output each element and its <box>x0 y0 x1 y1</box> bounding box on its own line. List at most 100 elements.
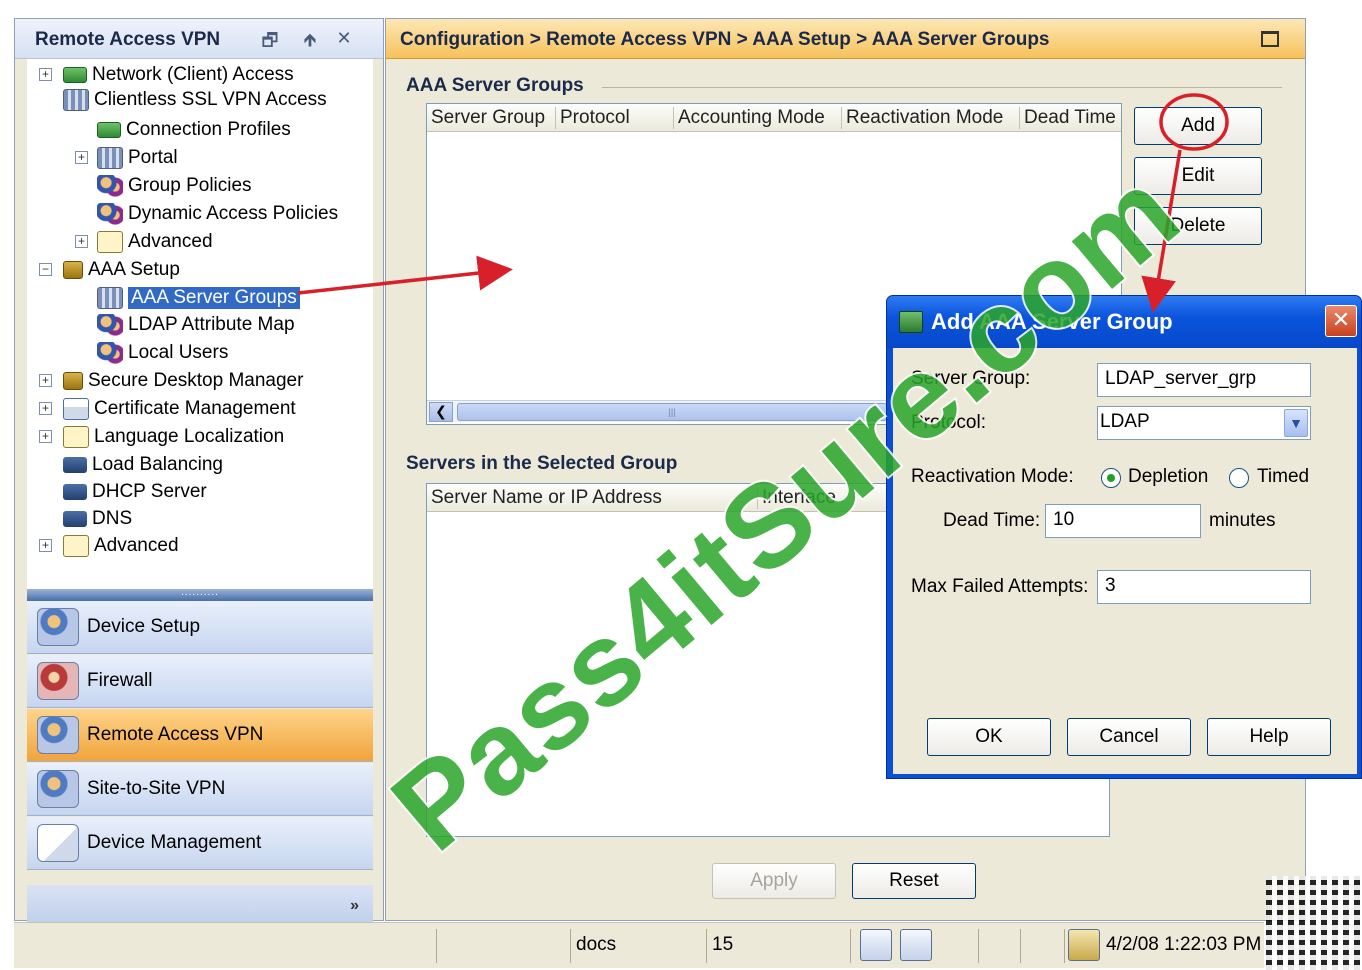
panel-splitter[interactable]: .......... <box>27 588 373 601</box>
column-header[interactable]: Protocol <box>555 107 630 129</box>
network-icon <box>900 929 932 961</box>
tree-item-ldap-attribute-map[interactable]: LDAP Attribute Map <box>97 311 295 338</box>
server-group-label: Server Group: <box>911 368 1031 389</box>
max-failed-attempts-label: Max Failed Attempts: <box>911 576 1089 597</box>
column-header[interactable]: Accounting Mode <box>673 107 825 129</box>
expand-icon[interactable]: + <box>39 430 52 443</box>
scroll-left-icon[interactable]: ❮ <box>429 402 453 422</box>
tree-item-certificate-management[interactable]: + Certificate Management <box>39 395 296 422</box>
lock-icon <box>63 260 83 279</box>
tree-item-dynamic-access-policies[interactable]: Dynamic Access Policies <box>97 200 338 227</box>
protocol-label: Protocol: <box>911 412 986 433</box>
tree-item-language-localization[interactable]: + Language Localization <box>39 423 285 450</box>
load-balancing-icon <box>63 456 87 473</box>
advanced-icon <box>97 230 123 253</box>
expand-icon[interactable]: + <box>39 539 52 552</box>
tree-item-load-balancing[interactable]: Load Balancing <box>63 451 223 478</box>
section-firewall[interactable]: Firewall <box>27 655 373 708</box>
timed-label: Timed <box>1257 466 1310 487</box>
column-header[interactable]: Dead Time <box>1019 107 1116 129</box>
radio-timed[interactable] <box>1229 468 1249 488</box>
tree-item-connection-profiles[interactable]: Connection Profiles <box>97 116 291 143</box>
close-icon[interactable]: ✕ <box>1325 305 1357 337</box>
tree-item-portal[interactable]: + Portal <box>75 144 178 171</box>
apply-button[interactable]: Apply <box>712 863 836 899</box>
dns-icon <box>63 510 87 527</box>
qr-code-image <box>1266 876 1362 970</box>
section-site-to-site-vpn[interactable]: Site-to-Site VPN <box>27 763 373 816</box>
max-failed-attempts-input[interactable]: 3 <box>1097 570 1311 604</box>
pin-icon[interactable]: 🡹 <box>299 28 321 58</box>
tree-item-local-users[interactable]: Local Users <box>97 339 228 366</box>
edit-button[interactable]: Edit <box>1134 157 1262 195</box>
expand-icon[interactable]: + <box>75 235 88 248</box>
scroll-thumb[interactable]: ||| <box>457 403 887 421</box>
advanced-icon <box>63 534 89 557</box>
chevron-down-icon[interactable]: » <box>350 897 359 915</box>
navigation-panel: Remote Access VPN 🗗 🡹 ✕ + Network (Clien… <box>14 18 384 937</box>
section-device-management[interactable]: Device Management <box>27 817 373 870</box>
tree-item-label: Secure Desktop Manager <box>88 369 304 391</box>
protocol-select[interactable]: LDAP ▼ <box>1097 406 1311 440</box>
server-groups-icon <box>97 286 123 309</box>
tree-item-advanced-clientless[interactable]: + Advanced <box>75 228 213 255</box>
tree-item-label: Language Localization <box>94 425 285 447</box>
table-header: Server Group Protocol Accounting Mode Re… <box>427 104 1121 132</box>
dead-time-unit: minutes <box>1209 510 1276 531</box>
dialog-titlebar[interactable]: Add AAA Server Group ✕ <box>887 296 1361 348</box>
radio-depletion[interactable] <box>1101 468 1121 488</box>
server-group-input[interactable]: LDAP_server_grp <box>1097 363 1311 397</box>
tree-item-label: Local Users <box>128 341 229 363</box>
tree-item-label: Portal <box>128 146 178 168</box>
device-setup-icon <box>37 608 79 646</box>
dialog-app-icon <box>899 311 923 333</box>
tree-item-aaa-setup[interactable]: − AAA Setup <box>39 256 180 283</box>
expand-icon[interactable]: + <box>75 151 88 164</box>
tree-item-group-policies[interactable]: Group Policies <box>97 172 252 199</box>
dialog-title: Add AAA Server Group <box>931 309 1173 334</box>
expand-icon[interactable]: + <box>39 374 52 387</box>
column-header[interactable]: Server Name or IP Address <box>427 487 662 509</box>
language-icon <box>63 425 89 448</box>
reset-button[interactable]: Reset <box>852 863 976 899</box>
delete-button[interactable]: Delete <box>1134 207 1262 245</box>
group-divider <box>602 87 1282 88</box>
tree-item-network-client-access[interactable]: + Network (Client) Access <box>39 61 294 88</box>
status-timestamp: 4/2/08 1:22:03 PM <box>1106 934 1262 955</box>
undock-icon[interactable]: 🗗 <box>259 28 281 58</box>
cancel-button[interactable]: Cancel <box>1067 718 1191 756</box>
ok-button[interactable]: OK <box>927 718 1051 756</box>
tree-item-aaa-server-groups[interactable]: AAA Server Groups <box>97 284 300 311</box>
depletion-label: Depletion <box>1128 466 1209 487</box>
column-header[interactable]: Server Group <box>427 107 545 129</box>
maximize-icon[interactable] <box>1261 31 1279 47</box>
close-panel-icon[interactable]: ✕ <box>333 28 355 49</box>
tree-item-dns[interactable]: DNS <box>63 505 132 532</box>
expand-icon[interactable]: + <box>39 68 52 81</box>
tree-item-dhcp-server[interactable]: DHCP Server <box>63 478 207 505</box>
add-button[interactable]: Add <box>1134 107 1262 145</box>
dialog-body: Server Group: LDAP_server_grp Protocol: … <box>893 348 1357 774</box>
tree-item-label: Advanced <box>94 534 179 556</box>
status-separator <box>436 929 437 963</box>
tree-item-label: Certificate Management <box>94 397 296 419</box>
section-label: Remote Access VPN <box>87 724 264 745</box>
tree-item-clientless-ssl-vpn[interactable]: − Clientless SSL VPN Access <box>63 89 327 111</box>
collapse-icon[interactable]: − <box>39 263 52 276</box>
status-separator <box>570 929 571 963</box>
tree-item-secure-desktop-manager[interactable]: + Secure Desktop Manager <box>39 367 304 394</box>
section-device-setup[interactable]: Device Setup <box>27 601 373 654</box>
dead-time-input[interactable]: 10 <box>1045 504 1201 538</box>
section-remote-access-vpn[interactable]: Remote Access VPN <box>27 709 373 762</box>
portal-icon <box>97 146 123 169</box>
clientless-vpn-icon <box>63 89 89 111</box>
navigation-panel-header: Remote Access VPN 🗗 🡹 ✕ <box>15 19 383 59</box>
column-header[interactable]: Reactivation Mode <box>841 107 1003 129</box>
column-header[interactable]: Interface <box>757 487 836 509</box>
expand-icon[interactable]: + <box>39 402 52 415</box>
chevron-down-icon[interactable]: ▼ <box>1284 409 1308 437</box>
certificate-icon <box>63 397 89 420</box>
help-button[interactable]: Help <box>1207 718 1331 756</box>
connection-profiles-icon <box>97 121 121 138</box>
tree-item-advanced[interactable]: + Advanced <box>39 532 179 559</box>
